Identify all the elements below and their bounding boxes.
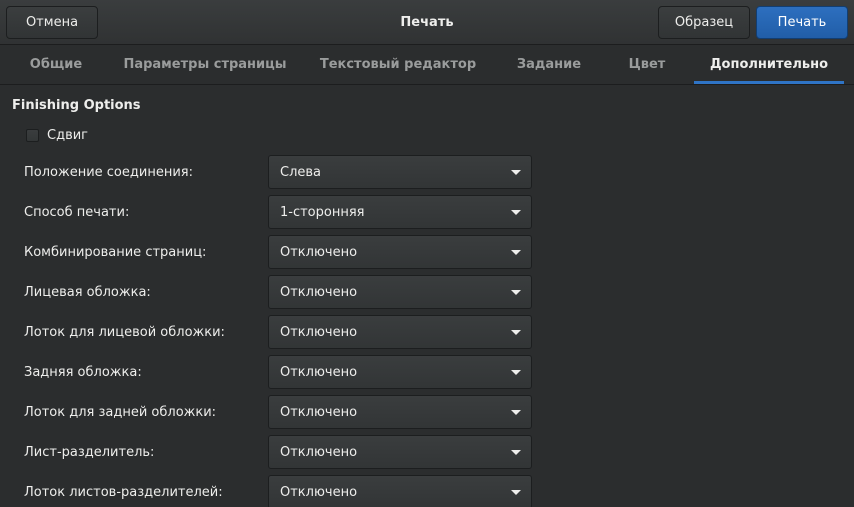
print-button[interactable]: Печать	[756, 6, 848, 39]
tab-page-setup[interactable]: Параметры страницы	[112, 45, 298, 84]
tab-bar: Общие Параметры страницы Текстовый редак…	[0, 45, 854, 85]
header-bar: Отмена Печать Образец Печать	[0, 0, 854, 45]
option-row-duplex: Способ печати: 1-сторонняя	[0, 195, 854, 229]
tab-advanced[interactable]: Дополнительно	[694, 45, 844, 84]
tab-job[interactable]: Задание	[498, 45, 600, 84]
back-cover-tray-dropdown[interactable]: Отключено	[268, 395, 532, 429]
option-row-back-cover-tray: Лоток для задней обложки: Отключено	[0, 395, 854, 429]
option-label: Лоток для лицевой обложки:	[24, 324, 225, 340]
option-label: Задняя обложка:	[24, 364, 142, 380]
dropdown-value: Отключено	[280, 324, 358, 340]
print-dialog: Отмена Печать Образец Печать Общие Парам…	[0, 0, 854, 507]
option-label: Способ печати:	[24, 204, 130, 220]
dropdown-arrow-icon	[511, 410, 521, 415]
option-label: Лоток листов-разделителей:	[24, 484, 223, 500]
option-row-binding-edge: Положение соединения: Слева	[0, 155, 854, 189]
duplex-dropdown[interactable]: 1-сторонняя	[268, 195, 532, 229]
separator-sheet-dropdown[interactable]: Отключено	[268, 435, 532, 469]
binding-edge-dropdown[interactable]: Слева	[268, 155, 532, 189]
tab-text-editor[interactable]: Текстовый редактор	[298, 45, 498, 84]
dropdown-arrow-icon	[511, 250, 521, 255]
dropdown-value: 1-сторонняя	[280, 204, 365, 220]
option-label: Положение соединения:	[24, 164, 193, 180]
option-row-back-cover: Задняя обложка: Отключено	[0, 355, 854, 389]
front-cover-dropdown[interactable]: Отключено	[268, 275, 532, 309]
tab-general[interactable]: Общие	[0, 45, 112, 84]
dropdown-value: Отключено	[280, 284, 358, 300]
tab-color[interactable]: Цвет	[600, 45, 694, 84]
separator-tray-dropdown[interactable]: Отключено	[268, 475, 532, 507]
option-label: Лицевая обложка:	[24, 284, 151, 300]
preview-button[interactable]: Образец	[658, 6, 750, 39]
option-label: Комбинирование страниц:	[24, 244, 207, 260]
dropdown-arrow-icon	[511, 290, 521, 295]
dropdown-arrow-icon	[511, 330, 521, 335]
option-row-separator-tray: Лоток листов-разделителей: Отключено	[0, 475, 854, 507]
option-label: Лист-разделитель:	[24, 444, 155, 460]
dropdown-arrow-icon	[511, 170, 521, 175]
section-title: Finishing Options	[12, 98, 141, 113]
front-cover-tray-dropdown[interactable]: Отключено	[268, 315, 532, 349]
option-row-separator-sheet: Лист-разделитель: Отключено	[0, 435, 854, 469]
dropdown-arrow-icon	[511, 450, 521, 455]
page-combine-dropdown[interactable]: Отключено	[268, 235, 532, 269]
dropdown-arrow-icon	[511, 210, 521, 215]
shift-checkbox-label: Сдвиг	[47, 127, 89, 143]
dropdown-value: Слева	[280, 164, 322, 180]
shift-checkbox[interactable]	[26, 128, 39, 142]
dropdown-value: Отключено	[280, 444, 358, 460]
dropdown-value: Отключено	[280, 244, 358, 260]
option-row-front-cover-tray: Лоток для лицевой обложки: Отключено	[0, 315, 854, 349]
option-label: Лоток для задней обложки:	[24, 404, 217, 420]
advanced-panel: Finishing Options Сдвиг Положение соедин…	[0, 86, 854, 507]
cancel-button[interactable]: Отмена	[6, 6, 98, 39]
option-row-front-cover: Лицевая обложка: Отключено	[0, 275, 854, 309]
dropdown-value: Отключено	[280, 484, 358, 500]
dropdown-value: Отключено	[280, 404, 358, 420]
option-row-page-combine: Комбинирование страниц: Отключено	[0, 235, 854, 269]
shift-checkbox-row[interactable]: Сдвиг	[26, 126, 88, 144]
back-cover-dropdown[interactable]: Отключено	[268, 355, 532, 389]
dropdown-arrow-icon	[511, 490, 521, 495]
dropdown-arrow-icon	[511, 370, 521, 375]
dropdown-value: Отключено	[280, 364, 358, 380]
